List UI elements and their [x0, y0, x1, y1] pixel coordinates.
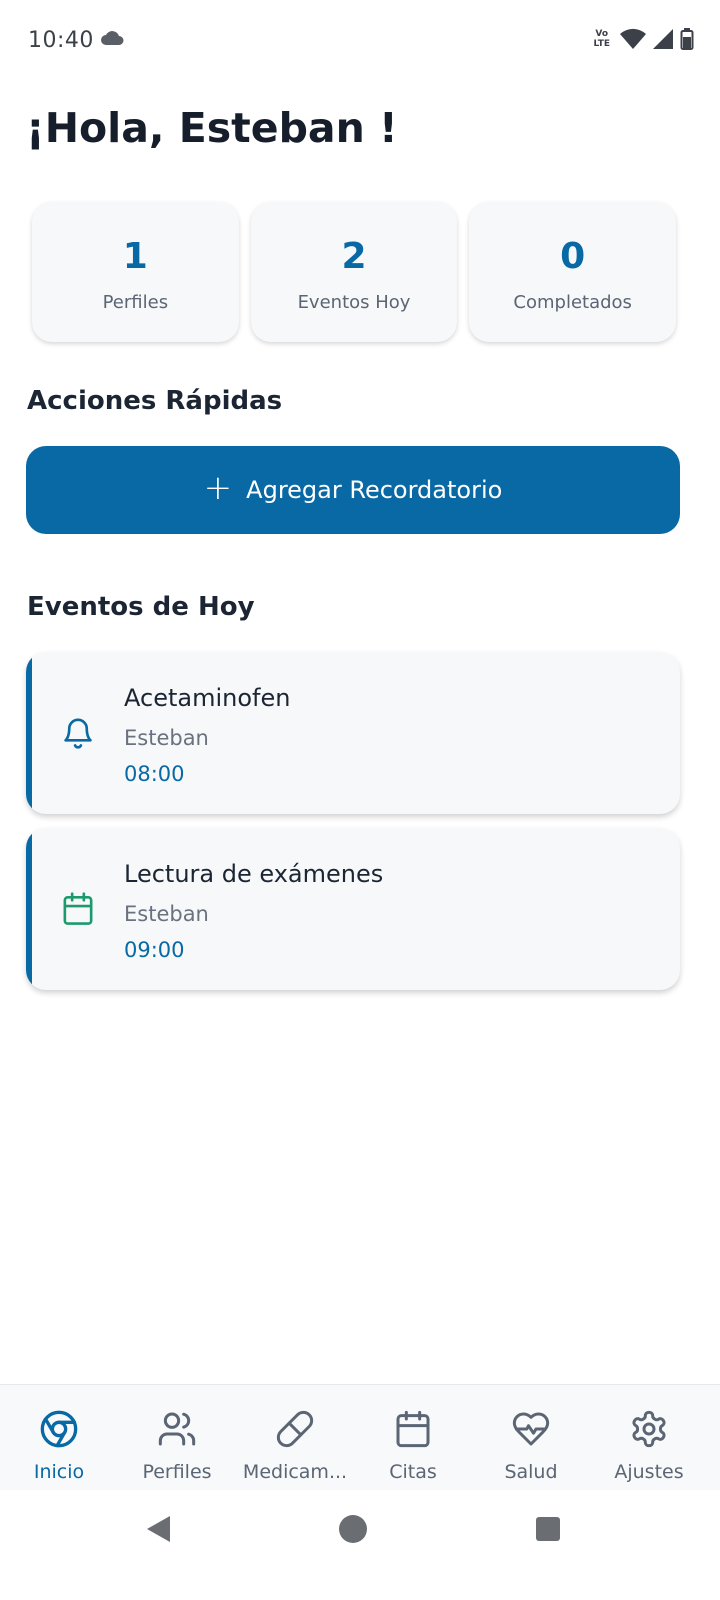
nav-item-perfiles[interactable]: Perfiles [118, 1385, 236, 1491]
nav-label: Citas [389, 1461, 437, 1483]
plus-icon: + [203, 468, 233, 508]
add-reminder-button[interactable]: + Agregar Recordatorio [26, 446, 680, 534]
pill-icon [276, 1410, 314, 1448]
add-reminder-label: Agregar Recordatorio [246, 476, 503, 504]
system-navigation-bar [0, 1490, 720, 1600]
event-accent-bar [26, 652, 32, 814]
nav-label: Medicam... [242, 1461, 348, 1483]
nav-item-citas[interactable]: Citas [354, 1385, 472, 1491]
stat-value: 2 [341, 236, 367, 277]
stat-label: Perfiles [102, 292, 169, 313]
nav-label: Ajustes [614, 1461, 684, 1483]
event-person: Esteban [124, 726, 209, 750]
stat-card-completed: 0 Completados [469, 202, 677, 342]
events-today-title: Eventos de Hoy [27, 592, 255, 622]
event-person: Esteban [124, 902, 209, 926]
event-card[interactable]: Lectura de exámenes Esteban 09:00 [26, 828, 680, 990]
stats-row: 1 Perfiles 2 Eventos Hoy 0 Completados [32, 202, 677, 342]
nav-label: Salud [504, 1461, 558, 1483]
battery-icon [680, 28, 694, 50]
greeting-title: ¡Hola, Esteban ! [26, 104, 398, 152]
status-icons: Vo LTE [593, 28, 694, 50]
cloud-icon [101, 31, 124, 45]
gear-icon [632, 1410, 666, 1448]
home-button[interactable] [338, 1514, 368, 1544]
home-icon [40, 1410, 78, 1448]
stat-card-events-today: 2 Eventos Hoy [250, 202, 458, 342]
event-card[interactable]: Acetaminofen Esteban 08:00 [26, 652, 680, 814]
event-accent-bar [26, 828, 32, 990]
nav-label: Inicio [33, 1461, 85, 1483]
status-time: 10:40 [28, 28, 94, 53]
stat-value: 1 [122, 236, 148, 277]
stat-value: 0 [560, 236, 586, 277]
nav-item-inicio[interactable]: Inicio [0, 1385, 118, 1491]
quick-actions-title: Acciones Rápidas [27, 386, 283, 416]
stat-label: Eventos Hoy [297, 292, 411, 313]
stat-card-profiles: 1 Perfiles [32, 202, 239, 342]
event-title: Acetaminofen [124, 684, 291, 712]
nav-item-salud[interactable]: Salud [472, 1385, 590, 1491]
event-time: 09:00 [124, 938, 185, 962]
calendar-icon [63, 892, 93, 925]
stat-label: Completados [513, 292, 632, 313]
volte-icon: Vo LTE [593, 29, 610, 49]
nav-label: Perfiles [142, 1461, 212, 1483]
calendar-icon [396, 1410, 430, 1448]
wifi-icon [620, 28, 646, 49]
nav-item-ajustes[interactable]: Ajustes [590, 1385, 708, 1491]
nav-item-medicamentos[interactable]: Medicam... [236, 1385, 354, 1491]
signal-icon [653, 29, 673, 49]
bottom-navigation: Inicio Perfiles Medicam... Citas Salud A… [0, 1384, 720, 1490]
back-button[interactable] [144, 1514, 172, 1544]
event-time: 08:00 [124, 762, 185, 786]
event-title: Lectura de exámenes [124, 860, 384, 888]
bell-icon [64, 718, 92, 749]
heart-pulse-icon [512, 1412, 550, 1446]
recents-button[interactable] [535, 1516, 561, 1542]
status-bar: 10:40 Vo LTE [0, 0, 720, 84]
users-icon [158, 1412, 196, 1446]
